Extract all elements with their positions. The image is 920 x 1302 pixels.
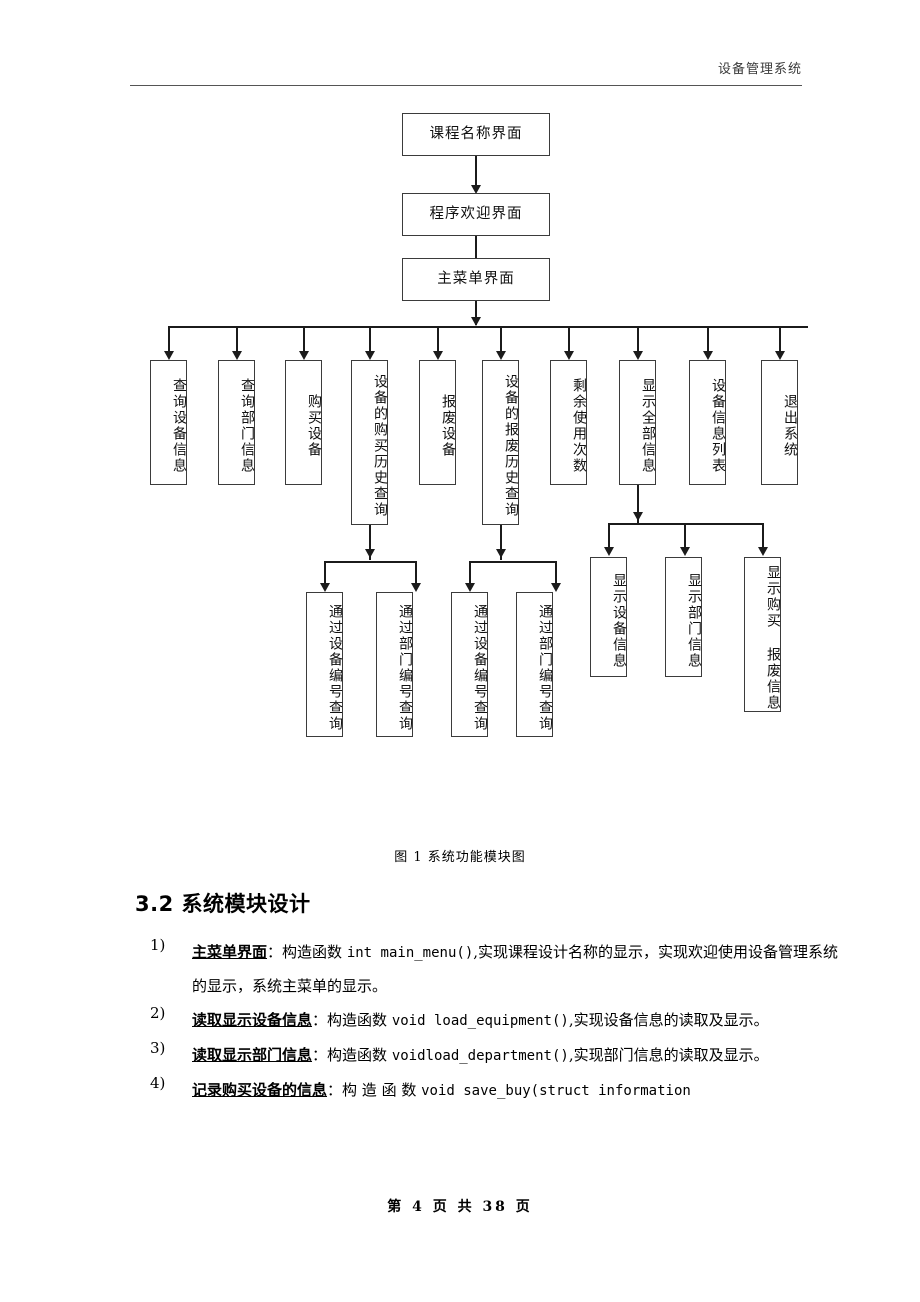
arrow-head-icon: [411, 583, 421, 592]
flow-node-main-menu-screen: 主菜单界面: [402, 258, 550, 301]
list-item-term: 主菜单界面: [192, 943, 268, 961]
arrow-head-icon: [633, 512, 643, 521]
arrow-head-icon: [496, 351, 506, 360]
flow-node-show-department-info: 显示部门信息: [665, 557, 702, 677]
connector-bus: [469, 561, 556, 563]
flow-node-buy-history-query: 设备的购买历史查询: [351, 360, 388, 525]
arrow-head-icon: [365, 351, 375, 360]
page-number-text: 第 4 页 共 38 页: [387, 1199, 533, 1215]
flow-node-show-all-info: 显示全部信息: [619, 360, 656, 485]
list-item-body: 记录购买设备的信息：构 造 函 数 void save_buy(struct i…: [192, 1074, 850, 1108]
arrow-head-icon: [471, 317, 481, 326]
arrow-head-icon: [164, 351, 174, 360]
module-design-list: 1) 主菜单界面：构造函数 int main_menu(),实现课程设计名称的显…: [150, 936, 850, 1109]
list-item-body: 读取显示设备信息：构造函数 void load_equipment(),实现设备…: [192, 1004, 850, 1038]
flow-node-query-department-info: 查询部门信息: [218, 360, 255, 485]
flow-node-scrap-history-query: 设备的报废历史查询: [482, 360, 519, 525]
list-item-desc-b: ,实现设备信息的读取及显示。: [568, 1011, 769, 1029]
flow-node-scrap-history-by-equipment-id: 通过设备编号查询: [451, 592, 488, 737]
connector-line: [475, 156, 477, 188]
arrow-head-icon: [604, 547, 614, 556]
arrow-head-icon: [496, 549, 506, 558]
list-item: 2) 读取显示设备信息：构造函数 void load_equipment(),实…: [150, 1004, 850, 1038]
connector-bus: [168, 326, 808, 328]
list-item-body: 读取显示部门信息：构造函数 voidload_department(),实现部门…: [192, 1039, 850, 1073]
list-item-colon: ：: [267, 943, 283, 961]
arrow-head-icon: [320, 583, 330, 592]
flow-node-buy-history-by-equipment-id: 通过设备编号查询: [306, 592, 343, 737]
list-item-desc-a: 构造函数: [282, 943, 347, 961]
flow-node-buy-equipment: 购买设备: [285, 360, 322, 485]
flow-node-scrap-history-by-department-id: 通过部门编号查询: [516, 592, 553, 737]
list-item-colon: ：: [312, 1011, 328, 1029]
flow-node-buy-history-by-department-id: 通过部门编号查询: [376, 592, 413, 737]
list-item-term: 读取显示部门信息: [192, 1046, 313, 1064]
flow-node-course-name-screen: 课程名称界面: [402, 113, 550, 156]
flow-node-exit-system: 退出系统: [761, 360, 798, 485]
arrow-head-icon: [758, 547, 768, 556]
list-item-body: 主菜单界面：构造函数 int main_menu(),实现课程设计名称的显示，实…: [192, 936, 850, 1003]
flow-node-remaining-usage-count: 剩余使用次数: [550, 360, 587, 485]
arrow-head-icon: [232, 351, 242, 360]
list-item-code: voidload_department(): [391, 1048, 569, 1064]
list-item: 3) 读取显示部门信息：构造函数 voidload_department(),实…: [150, 1039, 850, 1073]
list-item-code: void save_buy(struct information: [421, 1083, 691, 1099]
document-page: 设备管理系统 课程名称界面 程序欢迎界面 主菜单界面 查询设备信息 查询部门信息…: [0, 0, 920, 1302]
list-item-desc-b: ,实现部门信息的读取及显示。: [568, 1046, 769, 1064]
list-item-number: 1): [150, 936, 166, 954]
arrow-head-icon: [465, 583, 475, 592]
flow-node-scrap-equipment: 报废设备: [419, 360, 456, 485]
arrow-head-icon: [365, 549, 375, 558]
arrow-head-icon: [633, 351, 643, 360]
arrow-head-icon: [299, 351, 309, 360]
flow-node-query-equipment-info: 查询设备信息: [150, 360, 187, 485]
list-item-term: 记录购买设备的信息: [192, 1081, 328, 1099]
list-item-desc-a: 构 造 函 数: [342, 1081, 422, 1099]
connector-bus: [324, 561, 416, 563]
list-item-code: void load_equipment(): [391, 1013, 569, 1029]
arrow-head-icon: [703, 351, 713, 360]
list-item-colon: ：: [327, 1081, 343, 1099]
arrow-head-icon: [551, 583, 561, 592]
list-item-code: int main_menu(): [346, 945, 474, 961]
arrow-head-icon: [680, 547, 690, 556]
flow-node-equipment-info-list: 设备信息列表: [689, 360, 726, 485]
list-item: 1) 主菜单界面：构造函数 int main_menu(),实现课程设计名称的显…: [150, 936, 850, 1003]
system-function-module-diagram: 课程名称界面 程序欢迎界面 主菜单界面 查询设备信息 查询部门信息 购买设备 设…: [0, 0, 920, 830]
list-item-desc-a: 构造函数: [327, 1011, 392, 1029]
list-item-colon: ：: [312, 1046, 328, 1064]
section-heading: 3.2 系统模块设计: [135, 892, 311, 916]
figure-caption: 图 1 系统功能模块图: [394, 850, 526, 865]
list-item-number: 4): [150, 1074, 166, 1092]
arrow-head-icon: [433, 351, 443, 360]
list-item-term: 读取显示设备信息: [192, 1011, 313, 1029]
list-item-desc-a: 构造函数: [327, 1046, 392, 1064]
list-item: 4) 记录购买设备的信息：构 造 函 数 void save_buy(struc…: [150, 1074, 850, 1108]
list-item-number: 3): [150, 1039, 166, 1057]
flow-node-show-buy-scrap-info: 显示购买 报废信息: [744, 557, 781, 712]
arrow-head-icon: [564, 351, 574, 360]
flow-node-welcome-screen: 程序欢迎界面: [402, 193, 550, 236]
list-item-number: 2): [150, 1004, 166, 1022]
page-footer: 第 4 页 共 38 页: [0, 1196, 920, 1216]
flow-node-show-equipment-info: 显示设备信息: [590, 557, 627, 677]
arrow-head-icon: [775, 351, 785, 360]
